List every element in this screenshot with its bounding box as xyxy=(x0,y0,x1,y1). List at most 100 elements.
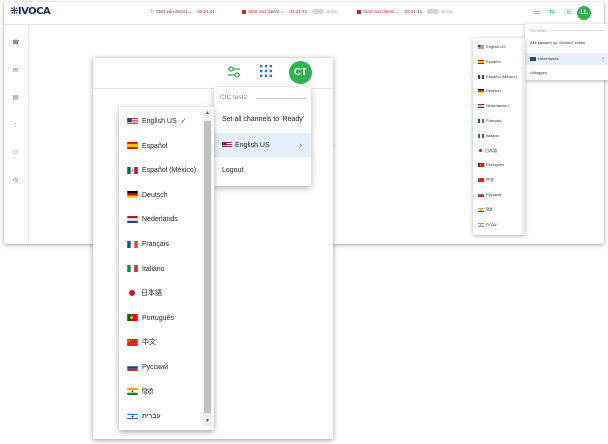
phone-nav-icon[interactable]: ☎ xyxy=(12,40,19,46)
language-label: Français xyxy=(486,118,502,123)
busy-toggle[interactable] xyxy=(312,9,325,15)
de-flag-icon xyxy=(478,89,484,94)
chat-nav-icon[interactable]: ▤ xyxy=(12,95,19,101)
checkmark-icon: ✓ xyxy=(180,118,187,125)
scrollbar[interactable] xyxy=(522,38,525,235)
language-option-it[interactable]: Italiano xyxy=(127,263,165,277)
status-timer: 02:21:41 xyxy=(404,9,423,14)
user-avatar[interactable]: CT xyxy=(289,61,312,84)
language-menu: ▲ ▼ English US ✓ Español Español (México) De… xyxy=(119,107,214,430)
language-option-ru[interactable]: Русский xyxy=(127,361,168,375)
language-label: English US xyxy=(142,118,177,125)
language-label: Deutsch xyxy=(486,88,501,94)
status-group-3[interactable]: Start van dienst ⌄ 02:21:41 Bezig xyxy=(357,9,453,15)
language-option-nl[interactable]: Nederlands xyxy=(127,213,178,227)
language-label: עברית xyxy=(486,221,497,227)
language-label: 日本語 xyxy=(141,290,162,298)
il-flag-icon xyxy=(127,412,138,420)
language-label: हिंदी xyxy=(142,388,154,396)
language-option-small[interactable]: English US xyxy=(478,43,506,51)
language-option-small[interactable]: Español xyxy=(478,58,500,66)
language-label: Русский xyxy=(486,192,501,197)
phone-icon[interactable]: ☏ xyxy=(564,8,573,16)
logout-item[interactable]: Uitloggen xyxy=(530,70,547,75)
in-flag-icon xyxy=(478,207,484,212)
language-option-small[interactable]: Português xyxy=(478,161,504,169)
start-shift-icon: ⚐ xyxy=(150,9,155,15)
language-label: Español xyxy=(486,58,501,64)
zoomed-top-bar: CT xyxy=(93,58,333,89)
language-label: हिंदी xyxy=(486,206,493,212)
dialpad-icon[interactable] xyxy=(259,64,273,78)
language-menu-small: English US Español Español (México) Deutsch… xyxy=(473,38,525,235)
user-avatar-small[interactable]: LL xyxy=(577,6,591,20)
user-menu: CIC test2 Set all channels to 'Ready' En… xyxy=(214,87,311,186)
status-group-2[interactable]: Start van dienst ⌄ 02:21:41 Bezig xyxy=(242,9,338,15)
status-label: Start van dienst xyxy=(363,9,395,14)
scrollbar-thumb[interactable] xyxy=(204,121,211,413)
language-option-small[interactable]: Nederlands ✓ xyxy=(478,102,511,110)
history-nav-icon[interactable]: ◷ xyxy=(12,178,19,184)
stats-nav-icon[interactable]: ⫶ xyxy=(12,123,19,129)
language-option-small[interactable]: हिंदी xyxy=(478,206,492,214)
background-text: ... xyxy=(334,143,338,148)
logout-item[interactable]: Logout xyxy=(222,167,243,174)
de-flag-icon xyxy=(127,191,138,199)
language-label: Português xyxy=(486,162,505,168)
language-option-small[interactable]: Español (México) xyxy=(478,73,517,81)
fr-flag-icon xyxy=(478,118,484,123)
us-flag-icon xyxy=(222,142,232,149)
language-option-mx[interactable]: Español (México) xyxy=(127,164,196,178)
language-option-small[interactable]: Русский xyxy=(478,191,501,199)
language-option-us[interactable]: English US ✓ xyxy=(127,115,187,129)
language-option-in[interactable]: हिंदी xyxy=(127,386,153,400)
users-nav-icon[interactable]: ⚇ xyxy=(12,150,19,156)
language-label: עברית xyxy=(142,413,161,421)
language-item[interactable]: Nederlands xyxy=(530,56,558,61)
set-ready-item[interactable]: Alle kanalen op 'Gereed' zetten xyxy=(530,40,585,45)
language-label: English US xyxy=(486,44,506,49)
fr-flag-icon xyxy=(127,240,138,248)
divider xyxy=(256,98,306,99)
language-option-es[interactable]: Español xyxy=(127,140,167,154)
status-group-1[interactable]: ⚐ Start van dienst ⌄ 02:21:41 xyxy=(150,9,215,15)
us-flag-icon xyxy=(478,44,484,49)
mx-flag-icon xyxy=(127,166,138,174)
language-option-small[interactable]: Deutsch xyxy=(478,87,501,95)
language-label: Español (México) xyxy=(486,73,517,79)
filter-icon[interactable] xyxy=(226,64,242,80)
busy-toggle[interactable] xyxy=(427,9,440,15)
language-label: Italiano xyxy=(142,265,165,273)
pt-flag-icon xyxy=(478,163,484,168)
language-option-small[interactable]: עברית xyxy=(478,221,497,229)
language-label: Français xyxy=(142,241,169,248)
it-flag-icon xyxy=(127,265,138,273)
language-label: Русский xyxy=(142,364,168,371)
ru-flag-icon xyxy=(127,363,138,371)
language-option-small[interactable]: 日本語 xyxy=(478,147,497,155)
language-option-small[interactable]: Français xyxy=(478,117,501,125)
scroll-down-arrow-icon[interactable]: ▼ xyxy=(204,418,211,424)
language-option-cn[interactable]: 中文 xyxy=(127,336,156,350)
menu-title: CIC test2 xyxy=(530,28,547,33)
transfer-icon[interactable]: ⇆ xyxy=(549,8,555,16)
language-option-jp[interactable]: 日本語 xyxy=(127,287,162,301)
menu-title: CIC test2 xyxy=(220,94,248,101)
filter-icon[interactable]: ⚌ xyxy=(534,8,540,16)
zoomed-panel: CT CIC test2 Set all channels to 'Ready'… xyxy=(93,58,333,439)
mail-nav-icon[interactable]: ✉ xyxy=(12,68,19,74)
scroll-up-arrow-icon[interactable]: ▲ xyxy=(204,110,211,116)
language-option-il[interactable]: עברית xyxy=(127,410,161,424)
language-option-fr[interactable]: Français xyxy=(127,238,169,252)
app-logo: ⁜IVOCA xyxy=(10,6,51,17)
language-option-de[interactable]: Deutsch xyxy=(127,189,168,203)
language-option-pt[interactable]: Português xyxy=(127,312,174,326)
set-ready-item[interactable]: Set all channels to 'Ready' xyxy=(222,116,304,123)
user-menu-small: CIC test2 Alle kanalen op 'Gereed' zette… xyxy=(525,24,608,80)
language-option-small[interactable]: 中文 xyxy=(478,176,494,184)
language-option-small[interactable]: Italiano xyxy=(478,132,499,140)
mail-status-icon xyxy=(242,9,246,14)
language-item[interactable]: English US xyxy=(222,142,270,149)
us-flag-icon xyxy=(127,117,138,125)
jp-flag-icon xyxy=(479,149,482,153)
